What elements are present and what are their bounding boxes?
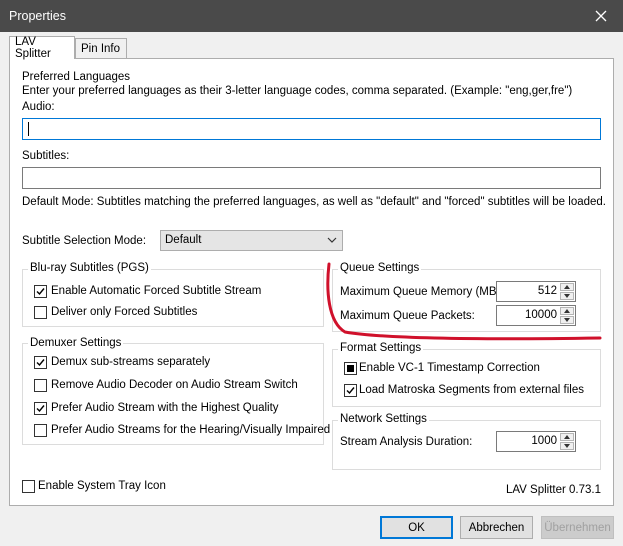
ok-button[interactable]: OK — [380, 516, 453, 539]
apply-button[interactable]: Übernehmen — [541, 516, 614, 539]
ok-button-label: OK — [408, 521, 425, 534]
apply-button-label: Übernehmen — [544, 521, 611, 534]
cancel-button-label: Abbrechen — [468, 521, 525, 534]
tab-label: LAV Splitter — [15, 36, 51, 60]
annotation-stroke — [326, 262, 602, 341]
tab-lav-splitter[interactable]: LAV Splitter — [9, 36, 75, 60]
cancel-button[interactable]: Abbrechen — [460, 516, 533, 539]
